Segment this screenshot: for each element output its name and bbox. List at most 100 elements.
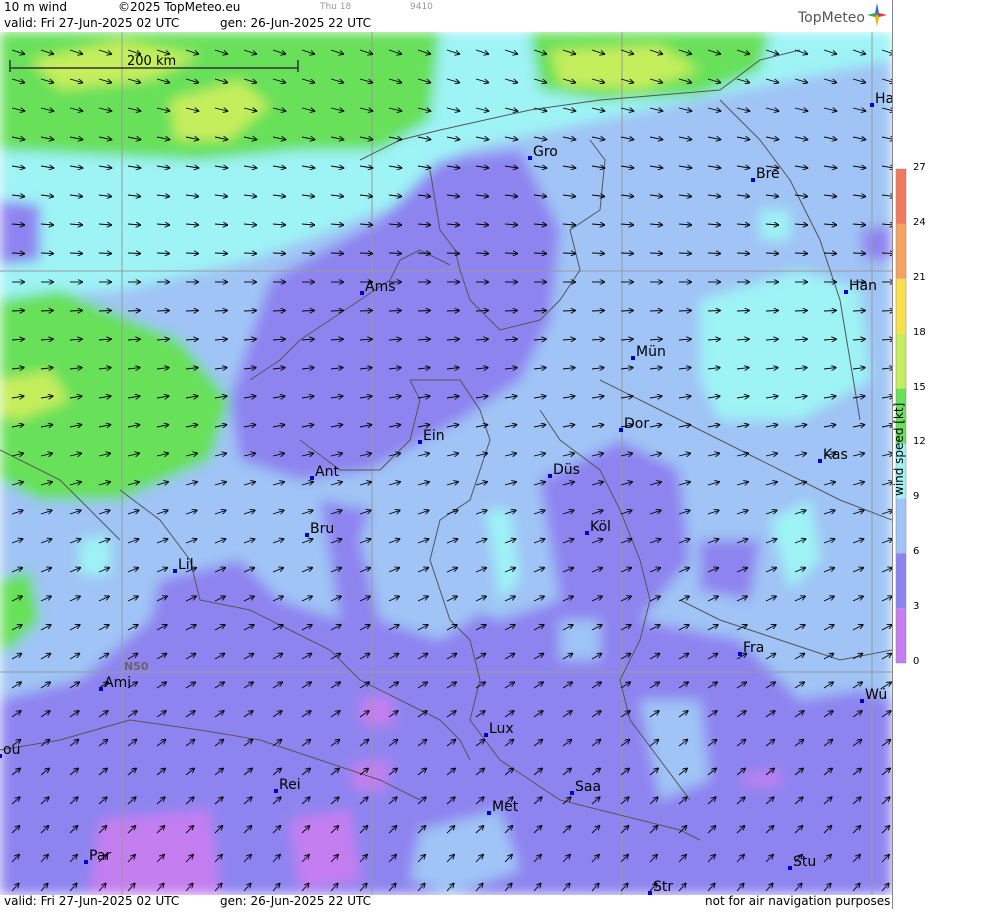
city-label: Str bbox=[653, 879, 673, 895]
map-footer: valid: Fri 27-Jun-2025 02 UTC gen: 26-Ju… bbox=[0, 894, 892, 909]
wind-arrow bbox=[214, 253, 227, 254]
city-gro: Gro bbox=[528, 144, 558, 160]
city-label: Lil bbox=[178, 557, 194, 573]
city-dor: Dor bbox=[619, 416, 649, 432]
wind-arrow bbox=[765, 253, 778, 254]
city-marker bbox=[870, 103, 874, 107]
city-label: Kas bbox=[823, 447, 848, 463]
legend-tick-label: 12 bbox=[913, 436, 926, 448]
wind-arrow bbox=[185, 253, 198, 254]
city-marker bbox=[860, 699, 864, 703]
wind-arrow bbox=[69, 253, 82, 254]
city-saa: Saa bbox=[570, 779, 601, 795]
city-mün: Mün bbox=[631, 344, 666, 360]
disclaimer: not for air navigation purposes bbox=[705, 894, 891, 908]
wind-arrow bbox=[649, 311, 662, 312]
wind-map[interactable]: 200 km N50 Gro Bre Ha Ams Han Mün Dor Ein Kas Ant… bbox=[0, 32, 892, 895]
faint-code: 9410 bbox=[410, 2, 433, 12]
wind-arrow bbox=[446, 311, 459, 312]
city-marker bbox=[751, 178, 755, 182]
wind-arrow bbox=[417, 253, 430, 254]
wind-arrow bbox=[678, 311, 691, 312]
city-label: Düs bbox=[553, 462, 580, 478]
wind-arrow bbox=[823, 311, 836, 312]
city-marker bbox=[0, 754, 2, 758]
wind-arrow bbox=[301, 253, 314, 254]
wind-arrow bbox=[330, 253, 343, 254]
city-label: Lux bbox=[489, 721, 514, 737]
city-marker bbox=[84, 860, 88, 864]
wind-arrow bbox=[446, 253, 459, 254]
city-marker bbox=[418, 440, 422, 444]
city-label: Ami bbox=[104, 675, 131, 691]
wind-arrow bbox=[214, 311, 227, 312]
city-marker bbox=[844, 290, 848, 294]
city-label: Han bbox=[849, 278, 877, 294]
wind-arrow bbox=[736, 311, 749, 312]
wind-arrow bbox=[98, 311, 111, 312]
legend-bar bbox=[895, 168, 907, 664]
valid-time: valid: Fri 27-Jun-2025 02 UTC bbox=[4, 16, 180, 30]
city-label: ou bbox=[3, 742, 20, 758]
wind-arrow bbox=[475, 253, 488, 254]
wind-arrow bbox=[11, 253, 24, 254]
city-label: Köl bbox=[590, 519, 611, 535]
wind-arrow bbox=[11, 311, 24, 312]
legend-tick-label: 15 bbox=[913, 381, 926, 393]
city-marker bbox=[619, 428, 623, 432]
city-marker bbox=[818, 459, 822, 463]
scale-label: 200 km bbox=[127, 54, 176, 69]
legend-tick-label: 27 bbox=[913, 162, 926, 173]
city-ant: Ant bbox=[310, 464, 339, 480]
city-label: Wü bbox=[865, 687, 887, 703]
wind-arrow bbox=[388, 311, 401, 312]
city-marker bbox=[99, 687, 103, 691]
city-bre: Bre bbox=[751, 166, 780, 182]
city-label: Par bbox=[89, 848, 111, 864]
city-label: Bru bbox=[310, 521, 334, 537]
legend-tick-label: 9 bbox=[913, 491, 920, 503]
city-marker bbox=[484, 733, 488, 737]
city-label: Rei bbox=[279, 777, 301, 793]
wind-arrow bbox=[591, 311, 604, 312]
wind-arrow bbox=[823, 253, 836, 254]
wind-arrow bbox=[330, 311, 343, 312]
city-label: Ha bbox=[875, 91, 892, 107]
wind-arrow bbox=[417, 311, 430, 312]
city-marker bbox=[788, 866, 792, 870]
copyright: ©2025 TopMeteo.eu bbox=[118, 0, 241, 14]
wind-arrow bbox=[272, 311, 285, 312]
wind-arrow bbox=[127, 311, 140, 312]
wind-arrow bbox=[388, 253, 401, 254]
city-label: Ein bbox=[423, 428, 445, 444]
wind-arrow bbox=[40, 311, 53, 312]
city-marker bbox=[570, 791, 574, 795]
wind-arrow bbox=[736, 253, 749, 254]
latitude-label: N50 bbox=[124, 660, 149, 673]
wind-arrow bbox=[591, 253, 604, 254]
city-label: Bre bbox=[756, 166, 780, 182]
wind-arrow bbox=[127, 253, 140, 254]
city-label: Ant bbox=[315, 464, 339, 480]
city-marker bbox=[585, 531, 589, 535]
city-ams: Ams bbox=[360, 279, 396, 295]
legend-tick-label: 21 bbox=[913, 271, 926, 283]
city-marker bbox=[528, 156, 532, 160]
legend-tick-label: 0 bbox=[913, 656, 920, 667]
wind-arrow bbox=[533, 311, 546, 312]
faint-day: Thu 18 bbox=[320, 2, 352, 12]
wind-arrow bbox=[359, 253, 372, 254]
wind-arrow bbox=[794, 311, 807, 312]
city-wü: Wü bbox=[860, 687, 887, 703]
city-marker bbox=[360, 291, 364, 295]
city-marker bbox=[487, 811, 491, 815]
city-met: Met bbox=[487, 799, 519, 815]
wind-arrow bbox=[678, 253, 691, 254]
wind-arrow bbox=[40, 253, 53, 254]
wind-arrow bbox=[765, 311, 778, 312]
wind-arrow bbox=[504, 253, 517, 254]
city-marker bbox=[738, 652, 742, 656]
city-stu: Stu bbox=[788, 854, 816, 870]
legend-tick-label: 3 bbox=[913, 601, 920, 613]
city-marker bbox=[548, 474, 552, 478]
